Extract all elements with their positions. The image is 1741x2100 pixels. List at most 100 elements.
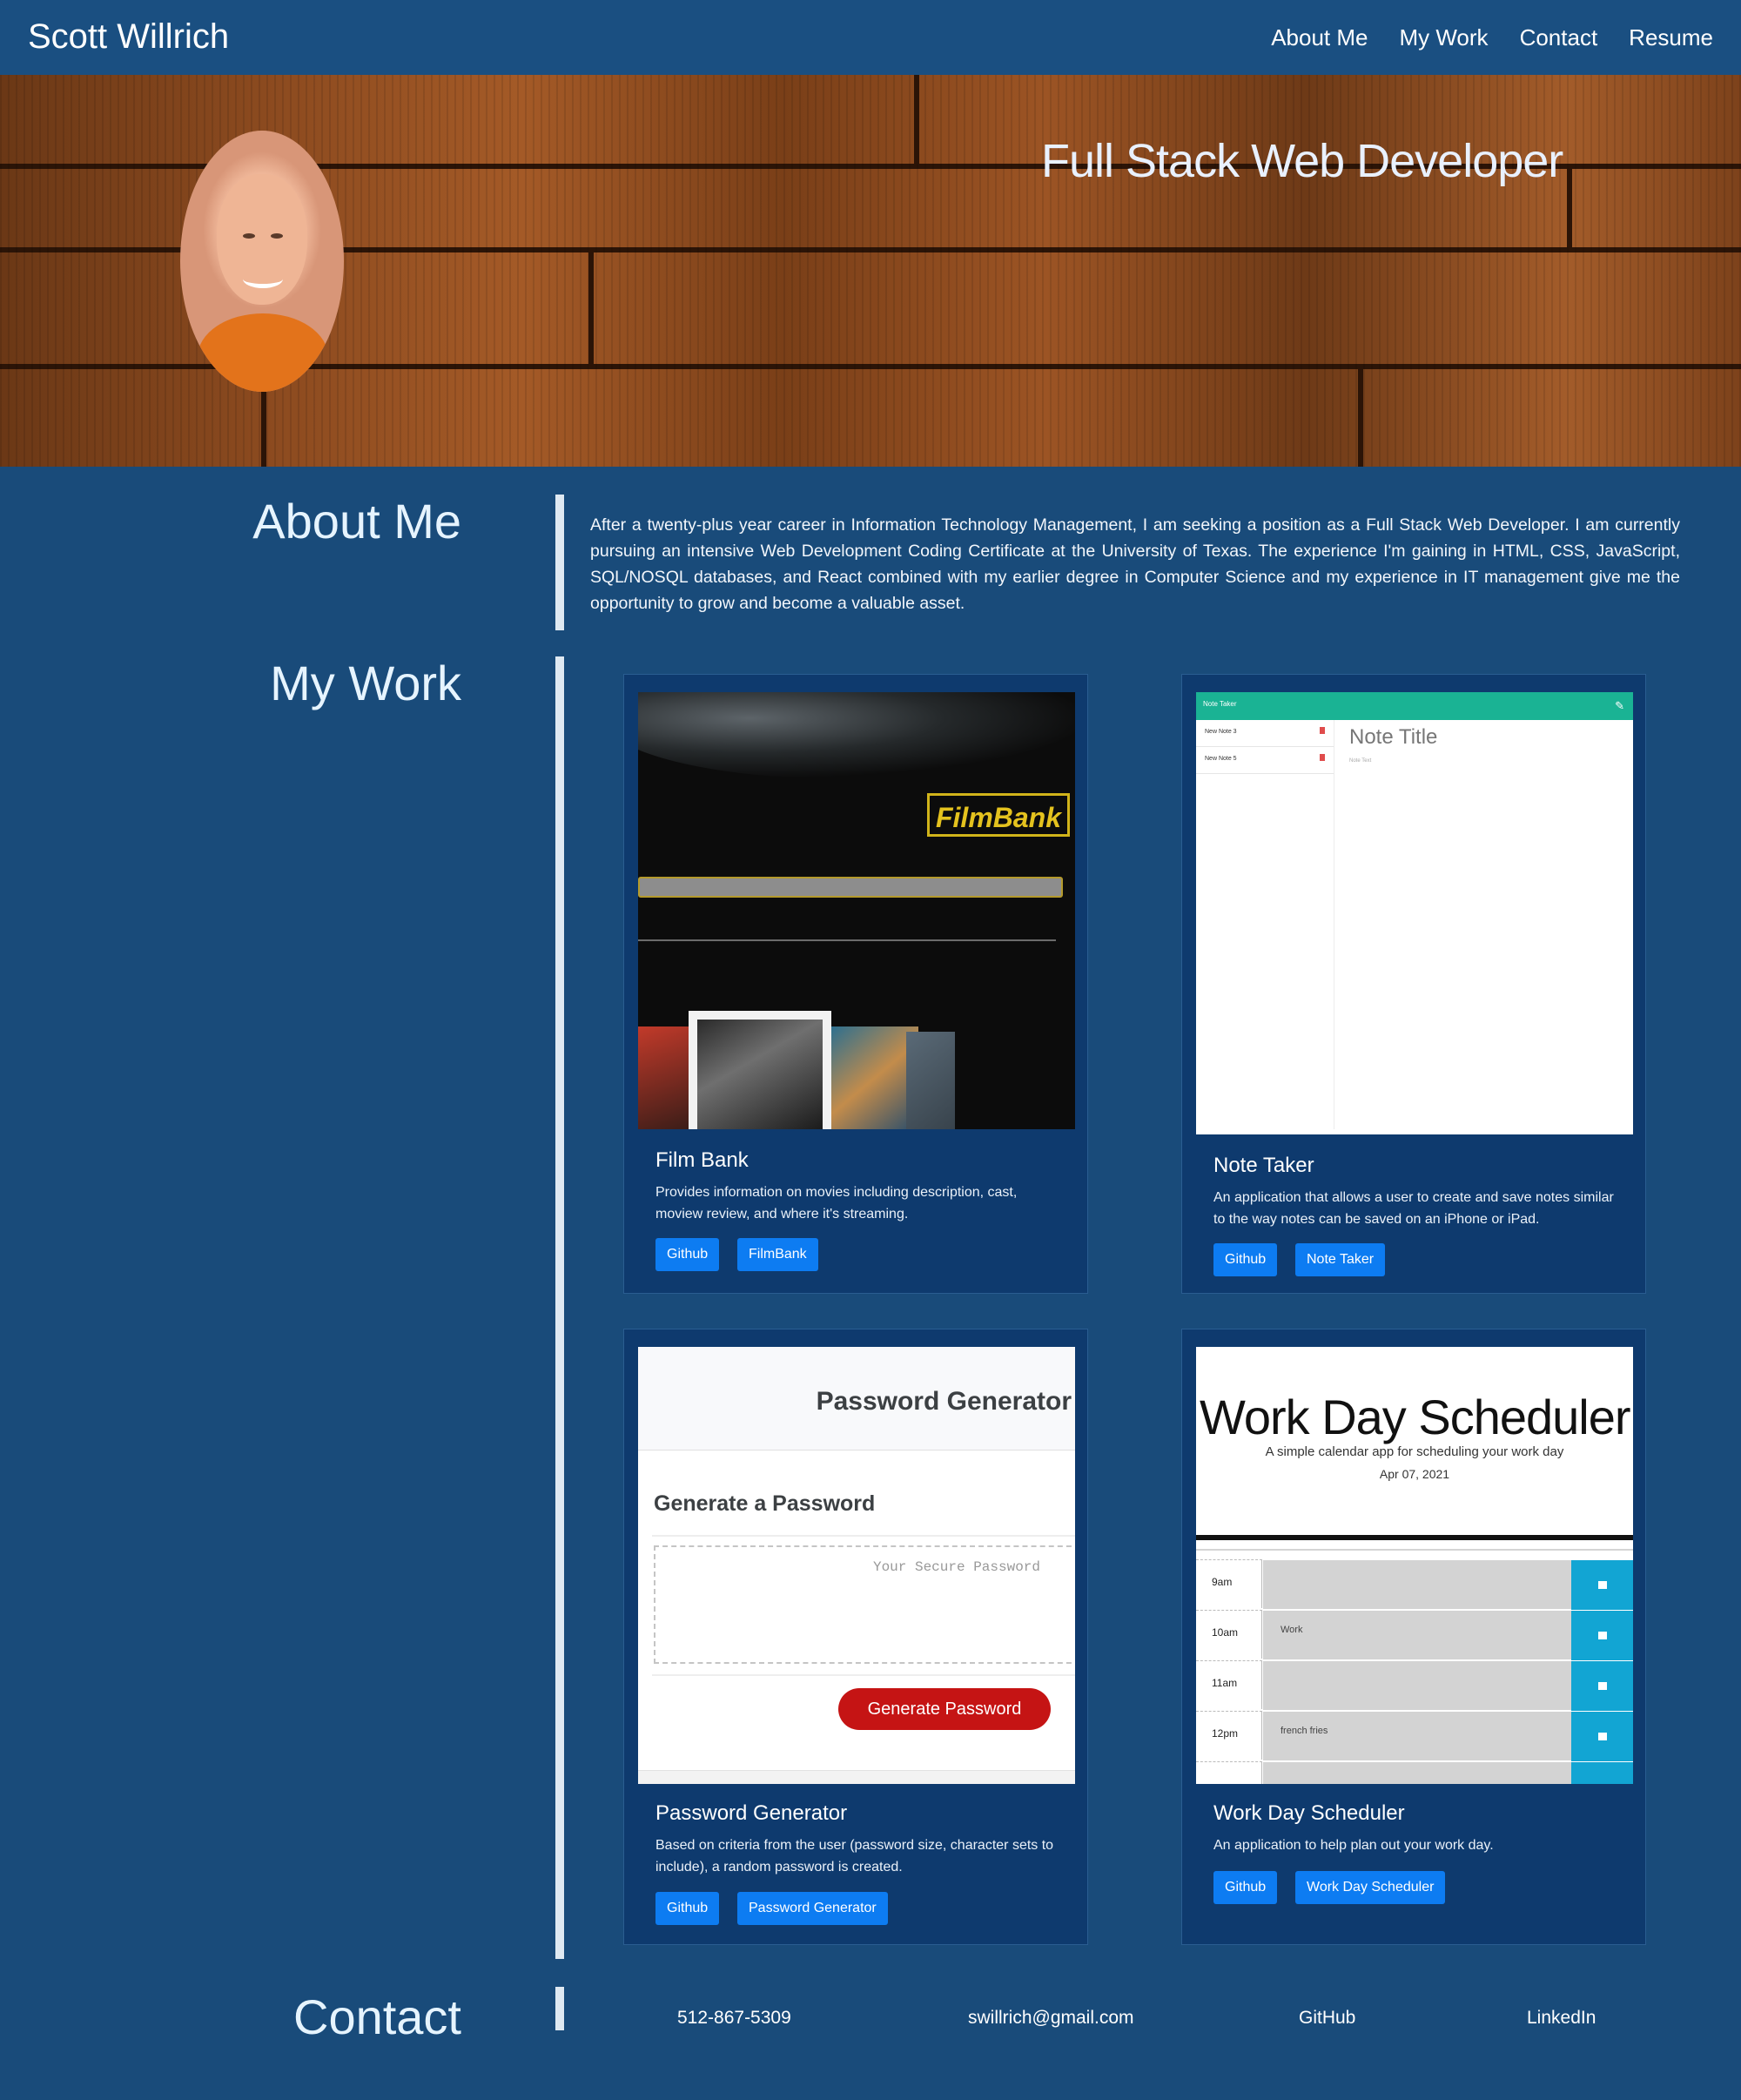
notetaker-screenshot: Note Taker ✎ New Note 3 New Note 5 Note …	[1196, 692, 1633, 1134]
wood-seam	[588, 247, 594, 369]
project-card-password: Password Generator Generate a Password Y…	[623, 1329, 1088, 1945]
note-item: New Note 5	[1196, 747, 1334, 774]
note-item-label: New Note 5	[1205, 756, 1237, 762]
screenshot-date: Apr 07, 2021	[1379, 1467, 1450, 1481]
nav-link-about[interactable]: About Me	[1271, 24, 1368, 51]
contact-linkedin-link[interactable]: LinkedIn	[1527, 2008, 1596, 2029]
hero-banner: Full Stack Web Developer	[0, 75, 1741, 467]
password-output-box: Your Secure Password	[654, 1545, 1075, 1664]
contact-github-link[interactable]: GitHub	[1299, 2008, 1355, 2029]
profile-photo	[180, 131, 344, 392]
screenshot-glow	[638, 692, 1075, 779]
project-title: Film Bank	[655, 1148, 749, 1172]
screenshot-divider	[638, 939, 1056, 941]
project-description: Based on criteria from the user (passwor…	[655, 1838, 1054, 1875]
schedule-row: 10am Work	[1196, 1610, 1633, 1661]
password-placeholder: Your Secure Password	[872, 1559, 1040, 1575]
hero-title: Full Stack Web Developer	[1041, 135, 1563, 187]
screenshot-header-title: Password Generator	[816, 1387, 1072, 1416]
screenshot-header-title: Work Day Scheduler	[1200, 1390, 1631, 1444]
schedule-text: Work	[1281, 1625, 1303, 1635]
contact-divider	[555, 1987, 564, 2030]
github-button[interactable]: Github	[655, 1238, 720, 1271]
screenshot-divider	[1196, 1549, 1633, 1551]
work-divider	[555, 656, 564, 1959]
screenshot-search-bar	[638, 877, 1063, 898]
password-screenshot: Password Generator Generate a Password Y…	[638, 1347, 1075, 1784]
photo-eye	[243, 233, 255, 239]
save-icon	[1571, 1559, 1633, 1611]
note-item-label: New Note 3	[1205, 729, 1237, 735]
screenshot-divider	[1196, 1535, 1633, 1540]
movie-poster	[831, 1026, 918, 1129]
nav-link-work[interactable]: My Work	[1399, 24, 1488, 51]
project-description: Provides information on movies including…	[655, 1185, 1018, 1222]
screenshot-footer	[638, 1770, 1075, 1784]
wood-seam	[914, 75, 919, 164]
schedule-time: 10am	[1212, 1626, 1239, 1639]
schedule-time: 11am	[1212, 1677, 1238, 1689]
live-demo-button[interactable]: Note Taker	[1295, 1243, 1386, 1276]
screenshot-header: Password Generator	[638, 1347, 1075, 1450]
filmbank-screenshot: FilmBank	[638, 692, 1075, 1129]
screenshot-subheader: A simple calendar app for scheduling you…	[1265, 1444, 1564, 1459]
wood-seam	[1358, 369, 1363, 467]
screenshot-divider	[652, 1674, 1075, 1676]
project-title: Password Generator	[655, 1801, 848, 1825]
nav-link-resume[interactable]: Resume	[1629, 24, 1713, 51]
nav-link-contact[interactable]: Contact	[1520, 24, 1598, 51]
schedule-text: french fries	[1281, 1726, 1328, 1736]
work-heading: My Work	[270, 656, 461, 710]
trash-icon	[1320, 754, 1325, 761]
screenshot-header: Note Taker ✎	[1196, 692, 1633, 720]
project-description: An application to help plan out your wor…	[1213, 1838, 1494, 1853]
project-card-notetaker: Note Taker ✎ New Note 3 New Note 5 Note …	[1181, 674, 1646, 1294]
movie-poster	[638, 1026, 690, 1129]
save-icon	[1571, 1711, 1633, 1762]
navbar: Scott Willrich About Me My Work Contact …	[0, 0, 1741, 75]
screenshot-subheader: Generate a Password	[654, 1491, 876, 1516]
movie-poster	[906, 1032, 955, 1129]
live-demo-button[interactable]: FilmBank	[737, 1238, 818, 1271]
schedule-row: 11am	[1196, 1660, 1633, 1712]
schedule-row: 12pm french fries	[1196, 1711, 1633, 1762]
generate-password-button: Generate Password	[838, 1688, 1051, 1730]
project-description: An application that allows a user to cre…	[1213, 1190, 1614, 1227]
save-icon	[1571, 1660, 1633, 1712]
scheduler-screenshot: Work Day Scheduler A simple calendar app…	[1196, 1347, 1633, 1784]
screenshot-divider	[652, 1535, 1075, 1537]
about-text: After a twenty-plus year career in Infor…	[590, 515, 1680, 613]
schedule-row: 9am	[1196, 1559, 1633, 1611]
about-heading: About Me	[252, 494, 461, 549]
about-divider	[555, 495, 564, 630]
live-demo-button[interactable]: Work Day Scheduler	[1295, 1871, 1446, 1904]
schedule-time: 12pm	[1212, 1727, 1239, 1740]
github-button[interactable]: Github	[655, 1892, 720, 1925]
project-title: Note Taker	[1213, 1154, 1314, 1177]
github-button[interactable]: Github	[1213, 1243, 1278, 1276]
note-item: New Note 3	[1196, 720, 1334, 747]
movie-poster	[689, 1011, 831, 1129]
nav-links: About Me My Work Contact Resume	[1271, 24, 1713, 51]
pencil-icon: ✎	[1615, 699, 1624, 712]
live-demo-button[interactable]: Password Generator	[737, 1892, 888, 1925]
project-card-scheduler: Work Day Scheduler A simple calendar app…	[1181, 1329, 1646, 1945]
photo-eye	[271, 233, 283, 239]
github-button[interactable]: Github	[1213, 1871, 1278, 1904]
contact-email[interactable]: swillrich@gmail.com	[968, 2008, 1134, 2029]
filmbank-logo: FilmBank	[927, 793, 1070, 837]
screenshot-header-title: Note Taker	[1203, 700, 1237, 708]
photo-smile	[243, 270, 283, 288]
note-title: Note Title	[1349, 725, 1438, 749]
brand-name[interactable]: Scott Willrich	[28, 17, 229, 57]
trash-icon	[1320, 727, 1325, 734]
save-icon	[1571, 1610, 1633, 1661]
contact-heading: Contact	[293, 1989, 461, 2044]
contact-phone[interactable]: 512-867-5309	[677, 2008, 791, 2029]
project-card-filmbank: FilmBank Film Bank Provides information …	[623, 674, 1088, 1294]
note-text: Note Text	[1349, 758, 1372, 764]
notes-sidebar: New Note 3 New Note 5	[1196, 720, 1334, 1129]
photo-shirt	[198, 313, 328, 392]
project-title: Work Day Scheduler	[1213, 1801, 1405, 1825]
schedule-time: 9am	[1212, 1576, 1233, 1588]
